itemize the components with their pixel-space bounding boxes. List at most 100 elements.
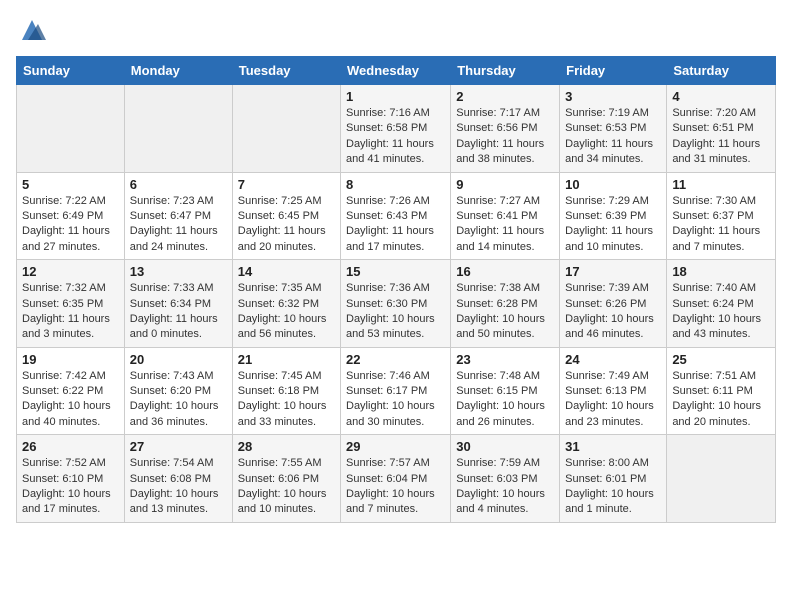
day-number: 18 xyxy=(672,264,770,279)
calendar-cell: 15 Sunrise: 7:36 AM Sunset: 6:30 PM Dayli… xyxy=(341,260,451,348)
calendar-cell: 20 Sunrise: 7:43 AM Sunset: 6:20 PM Dayli… xyxy=(124,347,232,435)
day-info: Sunrise: 7:30 AM Sunset: 6:37 PM Dayligh… xyxy=(672,194,770,256)
day-info: Sunrise: 7:51 AM Sunset: 6:11 PM Dayligh… xyxy=(672,369,770,431)
day-number: 20 xyxy=(130,352,227,367)
calendar-cell: 19Sunrise: 7:42 AM Sunset: 6:22 PM Dayli… xyxy=(17,347,125,435)
day-info: Sunrise: 7:25 AM Sunset: 6:45 PM Dayligh… xyxy=(238,194,335,256)
day-info: Sunrise: 7:45 AM Sunset: 6:18 PM Dayligh… xyxy=(238,369,335,431)
calendar-cell: 12 Sunrise: 7:32 AM Sunset: 6:35 PM Dayli… xyxy=(17,260,125,348)
calendar-cell: 4 Sunrise: 7:20 AM Sunset: 6:51 PM Daylig… xyxy=(667,85,776,173)
calendar-cell: 28 Sunrise: 7:55 AM Sunset: 6:06 PM Dayli… xyxy=(232,435,340,523)
day-info: Sunrise: 7:27 AM Sunset: 6:41 PM Dayligh… xyxy=(456,194,554,256)
calendar-cell: 13Sunrise: 7:33 AM Sunset: 6:34 PM Dayli… xyxy=(124,260,232,348)
day-info: Sunrise: 7:23 AM Sunset: 6:47 PM Dayligh… xyxy=(130,194,227,256)
day-number: 30 xyxy=(456,439,554,454)
calendar-cell: 21Sunrise: 7:45 AM Sunset: 6:18 PM Dayli… xyxy=(232,347,340,435)
day-number: 26 xyxy=(22,439,119,454)
day-info: Sunrise: 7:52 AM Sunset: 6:10 PM Dayligh… xyxy=(22,456,119,518)
day-info: Sunrise: 7:46 AM Sunset: 6:17 PM Dayligh… xyxy=(346,369,445,431)
day-info: Sunrise: 7:33 AM Sunset: 6:34 PM Dayligh… xyxy=(130,281,227,343)
day-info: Sunrise: 7:19 AM Sunset: 6:53 PM Dayligh… xyxy=(565,106,661,168)
day-info: Sunrise: 7:48 AM Sunset: 6:15 PM Dayligh… xyxy=(456,369,554,431)
calendar-cell: 5 Sunrise: 7:22 AM Sunset: 6:49 PM Daylig… xyxy=(17,172,125,260)
calendar-cell: 11Sunrise: 7:30 AM Sunset: 6:37 PM Dayli… xyxy=(667,172,776,260)
day-number: 10 xyxy=(565,177,661,192)
calendar-cell: 30 Sunrise: 7:59 AM Sunset: 6:03 PM Dayli… xyxy=(451,435,560,523)
day-header-thursday: Thursday xyxy=(451,57,560,85)
day-number: 7 xyxy=(238,177,335,192)
day-info: Sunrise: 7:39 AM Sunset: 6:26 PM Dayligh… xyxy=(565,281,661,343)
page-header xyxy=(16,16,776,44)
day-info: Sunrise: 7:17 AM Sunset: 6:56 PM Dayligh… xyxy=(456,106,554,168)
day-info: Sunrise: 7:54 AM Sunset: 6:08 PM Dayligh… xyxy=(130,456,227,518)
calendar-cell: 24 Sunrise: 7:49 AM Sunset: 6:13 PM Dayli… xyxy=(560,347,667,435)
day-info: Sunrise: 7:22 AM Sunset: 6:49 PM Dayligh… xyxy=(22,194,119,256)
day-number: 24 xyxy=(565,352,661,367)
day-info: Sunrise: 7:42 AM Sunset: 6:22 PM Dayligh… xyxy=(22,369,119,431)
day-info: Sunrise: 7:20 AM Sunset: 6:51 PM Dayligh… xyxy=(672,106,770,168)
day-info: Sunrise: 7:55 AM Sunset: 6:06 PM Dayligh… xyxy=(238,456,335,518)
day-number: 25 xyxy=(672,352,770,367)
day-number: 31 xyxy=(565,439,661,454)
day-number: 1 xyxy=(346,89,445,104)
calendar-cell: 26 Sunrise: 7:52 AM Sunset: 6:10 PM Dayli… xyxy=(17,435,125,523)
calendar-week-row: 5 Sunrise: 7:22 AM Sunset: 6:49 PM Daylig… xyxy=(17,172,776,260)
day-number: 8 xyxy=(346,177,445,192)
day-number: 14 xyxy=(238,264,335,279)
day-info: Sunrise: 7:49 AM Sunset: 6:13 PM Dayligh… xyxy=(565,369,661,431)
day-number: 3 xyxy=(565,89,661,104)
calendar-cell: 31 Sunrise: 8:00 AM Sunset: 6:01 PM Dayli… xyxy=(560,435,667,523)
calendar-week-row: 19Sunrise: 7:42 AM Sunset: 6:22 PM Dayli… xyxy=(17,347,776,435)
day-info: Sunrise: 7:32 AM Sunset: 6:35 PM Dayligh… xyxy=(22,281,119,343)
day-info: Sunrise: 7:59 AM Sunset: 6:03 PM Dayligh… xyxy=(456,456,554,518)
day-number: 6 xyxy=(130,177,227,192)
day-header-wednesday: Wednesday xyxy=(341,57,451,85)
day-number: 9 xyxy=(456,177,554,192)
day-info: Sunrise: 7:40 AM Sunset: 6:24 PM Dayligh… xyxy=(672,281,770,343)
day-info: Sunrise: 7:36 AM Sunset: 6:30 PM Dayligh… xyxy=(346,281,445,343)
day-number: 29 xyxy=(346,439,445,454)
day-number: 17 xyxy=(565,264,661,279)
day-info: Sunrise: 7:43 AM Sunset: 6:20 PM Dayligh… xyxy=(130,369,227,431)
day-number: 5 xyxy=(22,177,119,192)
calendar-week-row: 1 Sunrise: 7:16 AM Sunset: 6:58 PM Daylig… xyxy=(17,85,776,173)
day-info: Sunrise: 7:29 AM Sunset: 6:39 PM Dayligh… xyxy=(565,194,661,256)
day-header-sunday: Sunday xyxy=(17,57,125,85)
day-number: 15 xyxy=(346,264,445,279)
day-header-tuesday: Tuesday xyxy=(232,57,340,85)
calendar-cell: 7 Sunrise: 7:25 AM Sunset: 6:45 PM Daylig… xyxy=(232,172,340,260)
day-info: Sunrise: 7:26 AM Sunset: 6:43 PM Dayligh… xyxy=(346,194,445,256)
day-info: Sunrise: 8:00 AM Sunset: 6:01 PM Dayligh… xyxy=(565,456,661,518)
calendar-week-row: 26 Sunrise: 7:52 AM Sunset: 6:10 PM Dayli… xyxy=(17,435,776,523)
day-header-saturday: Saturday xyxy=(667,57,776,85)
day-number: 22 xyxy=(346,352,445,367)
day-info: Sunrise: 7:38 AM Sunset: 6:28 PM Dayligh… xyxy=(456,281,554,343)
day-header-monday: Monday xyxy=(124,57,232,85)
calendar-cell: 10 Sunrise: 7:29 AM Sunset: 6:39 PM Dayli… xyxy=(560,172,667,260)
calendar-cell: 18 Sunrise: 7:40 AM Sunset: 6:24 PM Dayli… xyxy=(667,260,776,348)
day-number: 27 xyxy=(130,439,227,454)
calendar-cell: 14 Sunrise: 7:35 AM Sunset: 6:32 PM Dayli… xyxy=(232,260,340,348)
calendar-cell: 2 Sunrise: 7:17 AM Sunset: 6:56 PM Daylig… xyxy=(451,85,560,173)
day-header-friday: Friday xyxy=(560,57,667,85)
calendar-cell: 29Sunrise: 7:57 AM Sunset: 6:04 PM Dayli… xyxy=(341,435,451,523)
calendar-cell: 6 Sunrise: 7:23 AM Sunset: 6:47 PM Daylig… xyxy=(124,172,232,260)
calendar-cell: 27 Sunrise: 7:54 AM Sunset: 6:08 PM Dayli… xyxy=(124,435,232,523)
calendar-cell: 3 Sunrise: 7:19 AM Sunset: 6:53 PM Daylig… xyxy=(560,85,667,173)
calendar-cell: 9 Sunrise: 7:27 AM Sunset: 6:41 PM Daylig… xyxy=(451,172,560,260)
calendar-cell: 1 Sunrise: 7:16 AM Sunset: 6:58 PM Daylig… xyxy=(341,85,451,173)
calendar-cell xyxy=(667,435,776,523)
day-number: 28 xyxy=(238,439,335,454)
calendar-cell: 16Sunrise: 7:38 AM Sunset: 6:28 PM Dayli… xyxy=(451,260,560,348)
day-number: 12 xyxy=(22,264,119,279)
day-number: 2 xyxy=(456,89,554,104)
calendar-cell xyxy=(17,85,125,173)
day-number: 4 xyxy=(672,89,770,104)
day-info: Sunrise: 7:16 AM Sunset: 6:58 PM Dayligh… xyxy=(346,106,445,168)
calendar-cell: 17 Sunrise: 7:39 AM Sunset: 6:26 PM Dayli… xyxy=(560,260,667,348)
logo-icon xyxy=(18,16,46,44)
day-info: Sunrise: 7:35 AM Sunset: 6:32 PM Dayligh… xyxy=(238,281,335,343)
logo xyxy=(16,16,46,44)
calendar-cell: 25 Sunrise: 7:51 AM Sunset: 6:11 PM Dayli… xyxy=(667,347,776,435)
calendar-header-row: SundayMondayTuesdayWednesdayThursdayFrid… xyxy=(17,57,776,85)
